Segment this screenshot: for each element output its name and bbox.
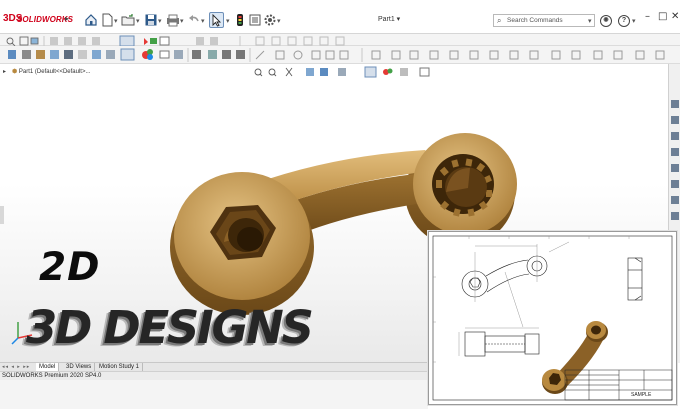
- home-icon[interactable]: [84, 13, 98, 27]
- view-toolbar-row: [0, 46, 680, 64]
- lower-band: [0, 380, 428, 409]
- maximize-button[interactable]: □: [658, 11, 667, 22]
- help-icon[interactable]: ?: [618, 15, 630, 27]
- help-dropdown-icon[interactable]: ▾: [632, 17, 636, 25]
- print-icon[interactable]: [166, 13, 180, 27]
- command-manager-row: [0, 34, 680, 47]
- save-dropdown-icon[interactable]: ▾: [158, 17, 162, 25]
- title-block-name: SAMPLE: [631, 392, 652, 398]
- options-gear-icon[interactable]: [263, 13, 277, 27]
- drawing-sheet: SAMPLE: [428, 231, 677, 405]
- solidworks-logo[interactable]: 3DS SOLIDWORKS: [3, 13, 73, 25]
- drawing-views: [432, 235, 673, 401]
- new-document-icon[interactable]: [100, 13, 114, 27]
- overlay-title-2d: 2D: [39, 245, 101, 290]
- feature-toolbar-icons[interactable]: [0, 46, 680, 64]
- select-icon[interactable]: [209, 12, 224, 28]
- user-account-icon[interactable]: ◉: [600, 15, 612, 27]
- overlay-title-3d-designs: 3D DESIGNS: [26, 301, 314, 354]
- minimize-button[interactable]: –: [645, 11, 650, 22]
- new-dropdown-icon[interactable]: ▾: [114, 17, 118, 25]
- model-tab-bar: ◂◂ ◂ ▸ ▸▸ Model 3D Views Motion Study 1: [0, 362, 428, 372]
- search-icon: ⌕: [497, 16, 502, 25]
- rebuild-icon[interactable]: [233, 13, 247, 27]
- solidworks-window: 3DS SOLIDWORKS ▸ ▾ ▾ ▾ ▾ ▾ ▾ ▾ Part1 ▾ ⌕…: [0, 0, 680, 409]
- search-placeholder: Search Commands: [507, 17, 563, 24]
- search-commands-input[interactable]: ⌕ Search Commands: [493, 14, 595, 27]
- status-bar: SOLIDWORKS Premium 2020 SP4.0: [0, 371, 428, 380]
- close-button[interactable]: ✕: [671, 11, 679, 22]
- search-dropdown-icon[interactable]: ▾: [588, 17, 592, 25]
- panel-pin-handle[interactable]: [0, 206, 4, 224]
- print-dropdown-icon[interactable]: ▾: [180, 17, 184, 25]
- options-dropdown-icon[interactable]: ▾: [277, 17, 281, 25]
- save-icon[interactable]: [144, 13, 158, 27]
- open-folder-icon[interactable]: [121, 13, 135, 27]
- open-dropdown-icon[interactable]: ▾: [136, 17, 140, 25]
- version-text: SOLIDWORKS Premium 2020 SP4.0: [2, 373, 102, 379]
- document-title: Part1 ▾: [378, 16, 401, 23]
- select-dropdown-icon[interactable]: ▾: [226, 17, 230, 25]
- undo-dropdown-icon[interactable]: ▾: [201, 17, 205, 25]
- title-bar: 3DS SOLIDWORKS ▸ ▾ ▾ ▾ ▾ ▾ ▾ ▾ Part1 ▾ ⌕…: [0, 0, 680, 34]
- tab-scroll-arrows[interactable]: ◂◂ ◂ ▸ ▸▸: [2, 364, 30, 370]
- undo-icon[interactable]: [187, 13, 201, 27]
- file-properties-icon[interactable]: [248, 13, 262, 27]
- menu-expand-icon[interactable]: ▸: [65, 14, 69, 23]
